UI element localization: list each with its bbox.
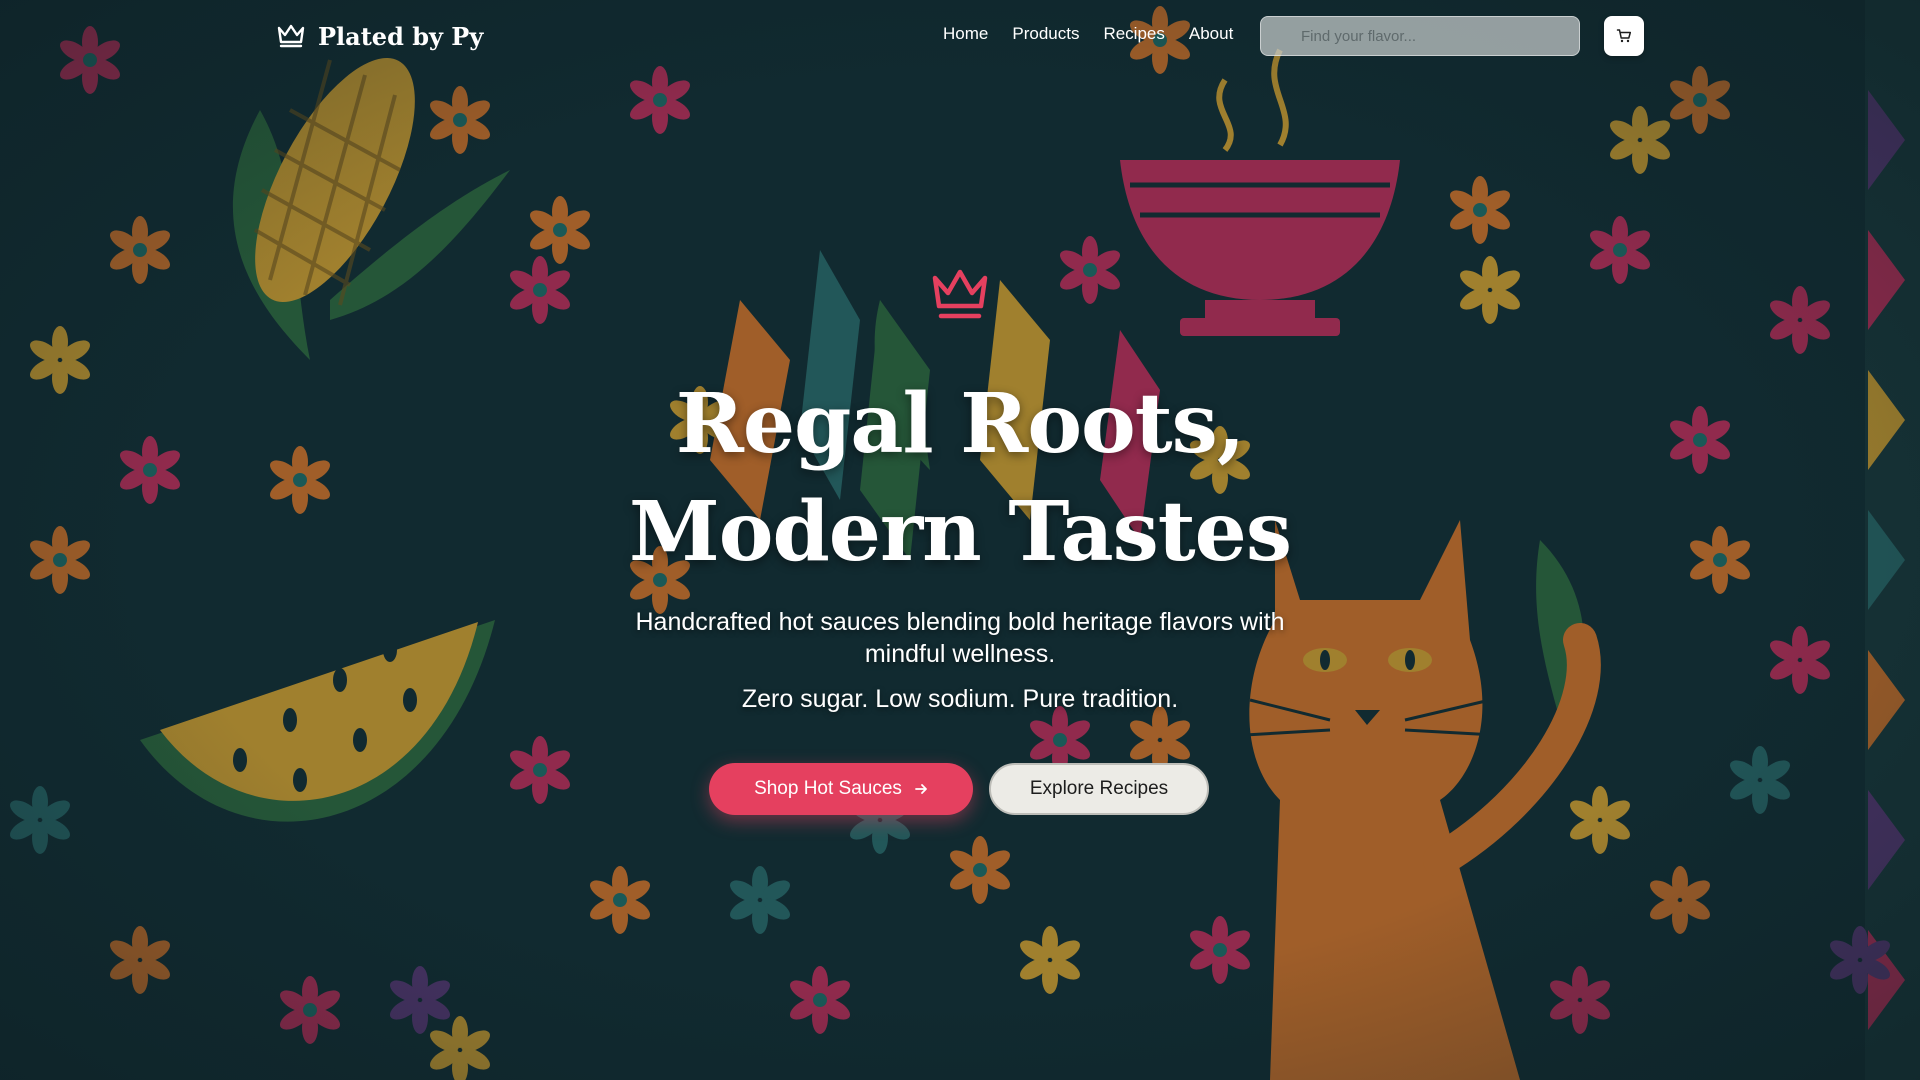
search-box xyxy=(1260,16,1580,56)
search-input[interactable] xyxy=(1261,17,1579,55)
nav-link-recipes[interactable]: Recipes xyxy=(1103,24,1164,44)
brand-name: Plated by Py xyxy=(318,21,484,51)
explore-recipes-button[interactable]: Explore Recipes xyxy=(989,763,1209,815)
crown-icon xyxy=(277,24,305,48)
top-navigation-bar: Plated by Py Home Products Recipes About xyxy=(0,0,1920,72)
cart-icon xyxy=(1616,29,1632,43)
cart-button[interactable] xyxy=(1604,16,1644,56)
hero-title-line-1: Regal Roots, xyxy=(675,376,1246,472)
shop-hot-sauces-label: Shop Hot Sauces xyxy=(754,778,902,799)
nav-link-products[interactable]: Products xyxy=(1012,24,1079,44)
primary-nav: Home Products Recipes About xyxy=(943,24,1233,44)
hero-title-line-2: Modern Tastes xyxy=(628,484,1292,580)
hero-subtitle: Handcrafted hot sauces blending bold her… xyxy=(635,608,1285,668)
crown-icon xyxy=(932,269,988,319)
shop-hot-sauces-button[interactable]: Shop Hot Sauces xyxy=(709,763,973,815)
arrow-right-icon xyxy=(915,784,927,794)
nav-link-about[interactable]: About xyxy=(1189,24,1233,44)
explore-recipes-label: Explore Recipes xyxy=(1029,778,1169,799)
hero-title: Regal Roots, Modern Tastes xyxy=(560,370,1360,586)
nav-link-home[interactable]: Home xyxy=(943,24,988,44)
hero-tagline: Zero sugar. Low sodium. Pure tradition. xyxy=(741,685,1179,713)
brand-logo-link[interactable]: Plated by Py xyxy=(276,18,483,54)
